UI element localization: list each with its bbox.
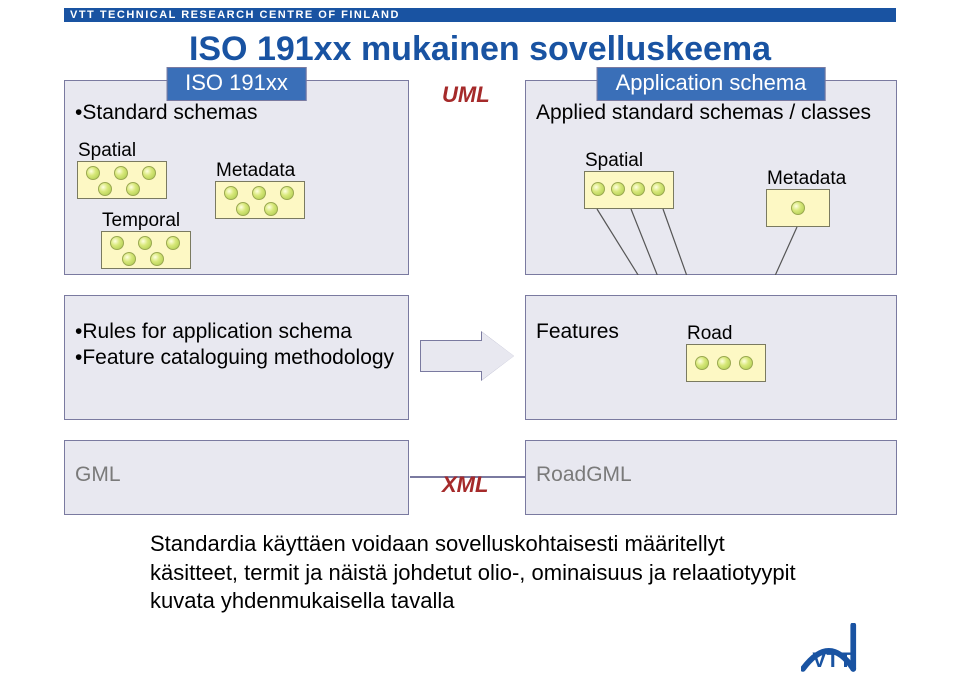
box-label: Road — [687, 323, 732, 345]
box-road: Road — [686, 344, 766, 382]
features-label: Features — [536, 320, 619, 344]
box-spatial: Spatial — [584, 171, 674, 209]
svg-text:VTT: VTT — [812, 649, 852, 672]
box-label: Metadata — [216, 160, 295, 182]
bullet-rules: •Rules for application schema — [75, 320, 352, 344]
box-temporal: Temporal — [101, 231, 191, 269]
box-label: Spatial — [78, 140, 136, 162]
box-spatial: Spatial — [77, 161, 167, 199]
box-label: Metadata — [767, 168, 846, 190]
panel-roadgml: RoadGML — [525, 440, 897, 515]
panel-features: Features Road — [525, 295, 897, 420]
gml-label: GML — [75, 463, 121, 487]
box-label: Temporal — [102, 210, 180, 232]
panel-header: Application schema — [597, 67, 826, 101]
bullet-applied-schemas: Applied standard schemas / classes — [536, 101, 871, 125]
panel-application-schema: Application schema Applied standard sche… — [525, 80, 897, 275]
panel-iso191xx: ISO 191xx •Standard schemas Spatial Meta… — [64, 80, 409, 275]
roadgml-label: RoadGML — [536, 463, 632, 487]
vtt-logo: VTT — [801, 623, 896, 673]
box-metadata: Metadata — [215, 181, 305, 219]
bullet-standard-schemas: •Standard schemas — [75, 101, 257, 125]
box-label: Spatial — [585, 150, 643, 172]
panel-header: ISO 191xx — [166, 67, 307, 101]
panel-rules: •Rules for application schema •Feature c… — [64, 295, 409, 420]
panel-gml: GML — [64, 440, 409, 515]
arrow-icon — [420, 332, 514, 380]
body-text: Standardia käyttäen voidaan sovelluskoht… — [150, 530, 810, 616]
bullet-cataloguing: •Feature cataloguing methodology — [75, 346, 394, 370]
slide-title: ISO 191xx mukainen sovelluskeema — [0, 30, 960, 69]
box-metadata: Metadata — [766, 189, 830, 227]
top-header-bar: VTT TECHNICAL RESEARCH CENTRE OF FINLAND — [64, 8, 896, 22]
xml-label: XML — [442, 472, 488, 498]
uml-label: UML — [442, 82, 490, 108]
